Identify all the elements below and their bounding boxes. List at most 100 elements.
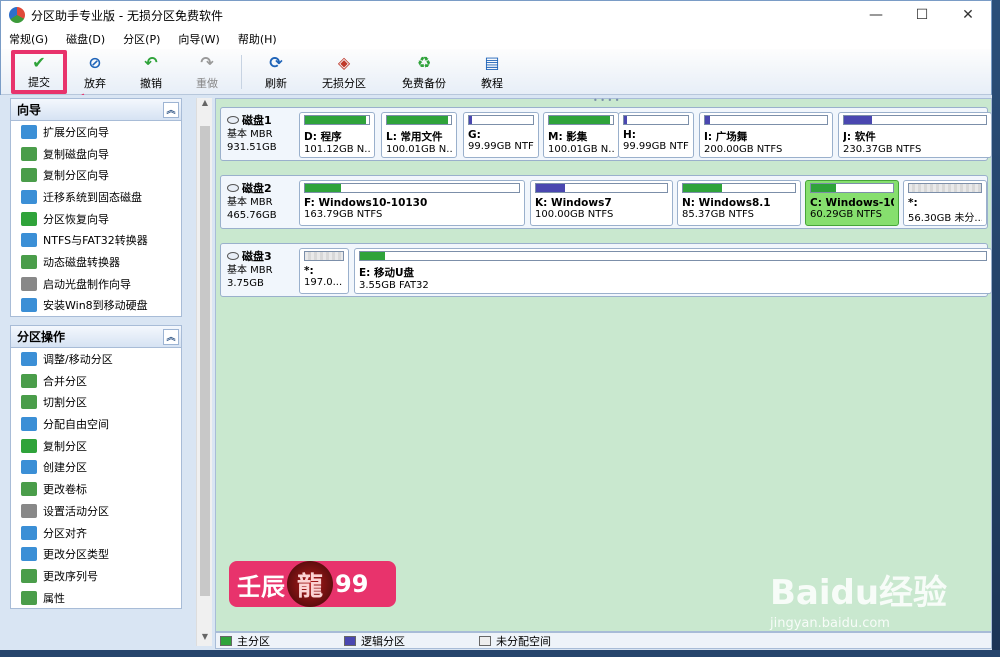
panel-item[interactable]: 分区对齐: [11, 522, 181, 544]
panel-item[interactable]: 复制分区: [11, 435, 181, 457]
panel-item[interactable]: 复制磁盘向导: [11, 143, 181, 165]
panel-item[interactable]: 分区恢复向导: [11, 208, 181, 230]
panel-item[interactable]: 合并分区: [11, 370, 181, 392]
panel-item[interactable]: NTFS与FAT32转换器: [11, 229, 181, 251]
menu-wizard[interactable]: 向导(W): [178, 31, 219, 47]
panel-item-icon: [21, 568, 37, 583]
logical-swatch: [344, 635, 356, 646]
disk-size: 3.75GB: [227, 278, 264, 289]
panel-item[interactable]: 扩展分区向导: [11, 121, 181, 143]
panel-item[interactable]: 更改序列号: [11, 565, 181, 587]
tutorial-button[interactable]: ▤ 教程: [464, 50, 520, 94]
panel-item[interactable]: 创建分区: [11, 457, 181, 479]
splitter-grip[interactable]: • • • •: [593, 96, 620, 105]
partition-block[interactable]: I: 广场舞 200.00GB NTFS: [699, 112, 833, 158]
close-icon[interactable]: ✕: [945, 1, 991, 29]
partition-block[interactable]: E: 移动U盘 3.55GB FAT32: [354, 248, 992, 294]
maximize-icon[interactable]: ☐: [899, 1, 945, 29]
scroll-down-icon[interactable]: ▼: [197, 632, 213, 646]
partition-name: *:: [304, 265, 314, 277]
checkmark-icon: ✔: [32, 53, 46, 72]
left-pane-scrollbar[interactable]: ▲ ▼: [196, 98, 212, 646]
menu-help[interactable]: 帮助(H): [238, 31, 277, 47]
menu-bar: 常规(G) 磁盘(D) 分区(P) 向导(W) 帮助(H): [1, 29, 991, 49]
partition-size: 200.00GB NTFS: [704, 144, 783, 155]
partition-block[interactable]: L: 常用文件 100.01GB N...: [381, 112, 457, 158]
menu-general[interactable]: 常规(G): [9, 31, 48, 47]
panel-item-icon: [21, 373, 37, 388]
panel-item-icon: [21, 233, 37, 248]
disk-row[interactable]: 磁盘2 基本 MBR 465.76GB F: Windows10-10130 163.7…: [220, 175, 988, 229]
disk-row[interactable]: 磁盘3 基本 MBR 3.75GB *: 197.0... E: 移动U盘 3.55GB F…: [220, 243, 992, 297]
partition-block[interactable]: K: Windows7 100.00GB NTFS: [530, 180, 673, 226]
legend-primary: 主分区: [220, 633, 270, 649]
partition-block[interactable]: D: 程序 101.12GB N...: [299, 112, 375, 158]
partition-name: E: 移动U盘: [359, 267, 415, 279]
partition-name: H:: [623, 129, 636, 141]
legend-unallocated: 未分配空间: [479, 633, 551, 649]
partition-block[interactable]: N: Windows8.1 85.37GB NTFS: [677, 180, 801, 226]
collapse-icon[interactable]: ︽: [163, 101, 179, 118]
partition-block[interactable]: G: 99.99GB NTFS: [463, 112, 539, 158]
partition-block[interactable]: C: Windows-10...60.29GB NTFS: [805, 180, 899, 226]
disk-info[interactable]: 磁盘1 基本 MBR 931.51GB: [221, 108, 295, 160]
menu-disk[interactable]: 磁盘(D): [66, 31, 105, 47]
partition-block[interactable]: H: 99.99GB NTFS: [618, 112, 694, 158]
panel-item-label: 分区恢复向导: [43, 212, 109, 226]
scrollbar-thumb[interactable]: [200, 126, 210, 596]
partition-name: G:: [468, 129, 481, 141]
partition-block[interactable]: *: 197.0...: [299, 248, 349, 294]
panel-item[interactable]: 设置活动分区: [11, 500, 181, 522]
panel-item[interactable]: 迁移系统到固态磁盘: [11, 186, 181, 208]
panel-item-label: 分配自由空间: [43, 418, 109, 432]
submit-button[interactable]: ✔ 提交: [11, 49, 67, 94]
panel-item[interactable]: 分配自由空间: [11, 413, 181, 435]
partition-size: 85.37GB NTFS: [682, 209, 754, 220]
partition-name: L: 常用文件: [386, 131, 443, 143]
partition-name: K: Windows7: [535, 197, 612, 209]
discard-button[interactable]: ⊘ 放弃: [67, 50, 123, 94]
desktop-background: [992, 0, 1000, 657]
panel-item[interactable]: 安装Win8到移动硬盘: [11, 295, 181, 317]
panel-item-icon: [21, 482, 37, 497]
panel-item-icon: [21, 417, 37, 432]
refresh-button[interactable]: ⟳ 刷新: [248, 50, 304, 94]
lossless-partition-button[interactable]: ◈ 无损分区: [304, 50, 384, 94]
panel-item[interactable]: 启动光盘制作向导: [11, 273, 181, 295]
disk-info[interactable]: 磁盘3 基本 MBR 3.75GB: [221, 244, 295, 296]
disk-row[interactable]: 磁盘1 基本 MBR 931.51GB D: 程序 101.12GB N... L: 常用…: [220, 107, 992, 161]
panel-item-label: 复制分区: [43, 439, 87, 453]
panel-item[interactable]: 调整/移动分区: [11, 348, 181, 370]
partition-block[interactable]: M: 影集 100.01GB N...: [543, 112, 619, 158]
disk-map-area: 磁盘1 基本 MBR 931.51GB D: 程序 101.12GB N... L: 常用…: [215, 98, 992, 632]
partition-legend: 主分区 逻辑分区 未分配空间: [215, 632, 992, 649]
partition-block[interactable]: J: 软件 230.37GB NTFS: [838, 112, 992, 158]
panel-item[interactable]: 属性: [11, 587, 181, 609]
backup-icon: ♻: [416, 53, 432, 72]
redo-button[interactable]: ↷ 重做: [179, 50, 235, 94]
panel-item-icon: [21, 211, 37, 226]
menu-partition[interactable]: 分区(P): [123, 31, 160, 47]
collapse-icon[interactable]: ︽: [163, 328, 179, 345]
panel-item[interactable]: 复制分区向导: [11, 164, 181, 186]
free-backup-button[interactable]: ♻ 免费备份: [384, 50, 464, 94]
partition-block[interactable]: *: 56.30GB 未分...: [903, 180, 987, 226]
disk-info[interactable]: 磁盘2 基本 MBR 465.76GB: [221, 176, 295, 228]
dragon-icon: 龍: [287, 561, 333, 607]
panel-item[interactable]: 更改卷标: [11, 478, 181, 500]
panel-item-label: 更改序列号: [43, 569, 98, 583]
partition-block[interactable]: F: Windows10-10130 163.79GB NTFS: [299, 180, 525, 226]
scroll-up-icon[interactable]: ▲: [197, 98, 213, 112]
panel-item[interactable]: 切割分区: [11, 392, 181, 414]
panel-item[interactable]: 更改分区类型: [11, 543, 181, 565]
submit-label: 提交: [28, 76, 50, 89]
toolbar-separator: [241, 54, 242, 89]
undo-button[interactable]: ↶ 撤销: [123, 50, 179, 94]
watermark-logo: 壬辰 龍 99: [229, 561, 396, 607]
unallocated-swatch: [479, 635, 491, 646]
panel-item-label: 创建分区: [43, 461, 87, 475]
minimize-icon[interactable]: —: [853, 1, 899, 29]
panel-item-label: 更改卷标: [43, 483, 87, 497]
panel-item[interactable]: 动态磁盘转换器: [11, 251, 181, 273]
partition-usage-fill: [305, 116, 366, 124]
